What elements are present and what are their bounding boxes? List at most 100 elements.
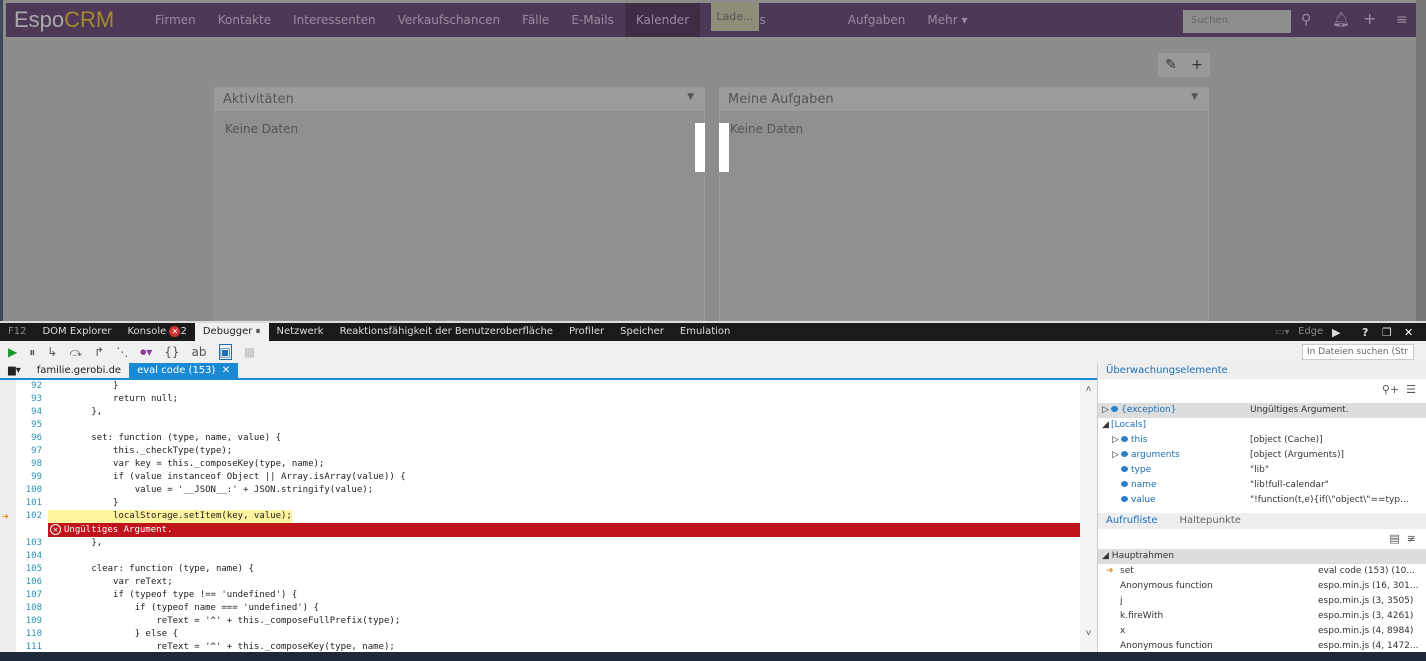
pretty-print-icon[interactable]: {}	[164, 345, 179, 359]
watch-row[interactable]: value "!function(t,e){if(\"object\"==typ.…	[1098, 493, 1426, 507]
tab-profiler[interactable]: Profiler	[561, 323, 612, 341]
nav-item[interactable]: Mehr ▾	[916, 3, 978, 37]
tab-dom-explorer[interactable]: DOM Explorer	[34, 323, 119, 341]
expand-icon[interactable]: ◢	[1102, 418, 1111, 433]
step-over-icon[interactable]: ⤼	[69, 345, 82, 360]
line-number[interactable]: 92	[0, 380, 42, 393]
tab-callstack[interactable]: Aufrufliste	[1106, 515, 1158, 527]
undock-icon[interactable]: ❐	[1382, 326, 1392, 339]
step-out-icon[interactable]: ↱	[94, 345, 104, 359]
tab-debugger[interactable]: Debugger ⏸	[194, 323, 269, 341]
line-number[interactable]: 94	[0, 406, 42, 419]
tab-network[interactable]: Netzwerk	[269, 323, 332, 341]
folder-icon[interactable]: ▆▾	[0, 363, 29, 378]
chevron-down-icon[interactable]: ▼	[1191, 92, 1198, 102]
watch-row[interactable]: ▷ arguments [object (Arguments)]	[1098, 448, 1426, 463]
continue-icon[interactable]: ▶	[8, 345, 17, 359]
tab-memory[interactable]: Speicher	[612, 323, 672, 341]
expand-icon[interactable]: ▷	[1112, 433, 1121, 448]
code-line: 102 localStorage.setItem(key, value);	[0, 510, 1080, 523]
page-scrollbar[interactable]	[1416, 0, 1426, 321]
watch-row[interactable]: name "lib!full-calendar"	[1098, 478, 1426, 493]
search-input[interactable]: Suchen	[1183, 10, 1291, 33]
watch-row[interactable]: ▷ this [object (Cache)]	[1098, 433, 1426, 448]
search-icon[interactable]: ⚲	[1301, 12, 1311, 28]
break-icon[interactable]: ⏸	[29, 345, 35, 360]
word-wrap-icon[interactable]: ab	[192, 345, 207, 359]
callstack-row[interactable]: Anonymous function espo.min.js (16, 301..…	[1098, 579, 1426, 594]
watch-row[interactable]: ◢ [Locals]	[1098, 418, 1426, 433]
code-text: return null;	[48, 394, 179, 404]
exception-break-icon[interactable]: ⏺▾	[140, 345, 152, 360]
tab-emulation[interactable]: Emulation	[672, 323, 738, 341]
expand-icon[interactable]: ▷	[1102, 403, 1111, 418]
line-number[interactable]: 103	[0, 537, 42, 550]
watch-row[interactable]: ▷ {exception} Ungültiges Argument.	[1098, 403, 1426, 418]
bell-icon[interactable]: 🔔︎	[1332, 12, 1350, 28]
console-icon[interactable]: ▶	[1332, 326, 1340, 339]
logo[interactable]: EspoCRM	[14, 7, 144, 33]
line-number[interactable]: 111	[0, 641, 42, 652]
show-library-frames-icon[interactable]: ▤	[1389, 532, 1399, 545]
plus-icon[interactable]: +	[1363, 9, 1376, 28]
nav-item[interactable]: Aufgaben	[837, 3, 917, 37]
close-icon[interactable]: ✕	[1404, 326, 1413, 339]
line-number[interactable]: 108	[0, 602, 42, 615]
callstack-row[interactable]: k.fireWith espo.min.js (3, 4261)	[1098, 609, 1426, 624]
expand-icon[interactable]: ▷	[1112, 448, 1121, 463]
chevron-down-icon[interactable]: ▼	[687, 92, 694, 102]
close-tab-icon[interactable]: ✕	[222, 365, 230, 376]
line-number[interactable]: 101	[0, 497, 42, 510]
file-tab-active[interactable]: eval code (153) ✕	[129, 363, 239, 378]
line-number[interactable]: 97	[0, 445, 42, 458]
line-number[interactable]: 109	[0, 615, 42, 628]
device-icon[interactable]: ▭▾	[1275, 327, 1289, 338]
add-watch-icon[interactable]: ⚲+	[1382, 383, 1399, 396]
line-number[interactable]: 95	[0, 419, 42, 432]
watch-row[interactable]: type "lib"	[1098, 463, 1426, 478]
line-number[interactable]: 107	[0, 589, 42, 602]
line-number[interactable]: 99	[0, 471, 42, 484]
line-number[interactable]: 93	[0, 393, 42, 406]
just-my-code-icon[interactable]: ▣	[218, 344, 232, 360]
tab-f12[interactable]: F12	[0, 323, 34, 341]
nav-item[interactable]: Kontakte	[207, 3, 282, 37]
nav-item[interactable]: Verkaufschancen	[387, 3, 512, 37]
line-number[interactable]: 100	[0, 484, 42, 497]
line-number[interactable]: 98	[0, 458, 42, 471]
scroll-up-icon[interactable]: ˄	[1080, 384, 1097, 396]
nav-item[interactable]: Interessenten	[282, 3, 386, 37]
tab-console[interactable]: Konsole ✕ 2	[120, 323, 195, 341]
delete-watches-icon[interactable]: ☰	[1406, 383, 1416, 396]
tab-breakpoints[interactable]: Haltepunkte	[1180, 515, 1241, 527]
code-editor[interactable]: 92 } 93 return null; 94 }, 95 96 set: functi…	[0, 380, 1097, 652]
nav-item[interactable]: E-Mails	[560, 3, 625, 37]
line-number[interactable]: 110	[0, 628, 42, 641]
callstack-options-icon[interactable]: ≆	[1407, 532, 1416, 545]
line-number[interactable]: 96	[0, 432, 42, 445]
file-search-input[interactable]: In Dateien suchen (Str	[1302, 344, 1414, 360]
code-scrollbar[interactable]: ˄ ˅	[1080, 380, 1097, 652]
line-number[interactable]: 105	[0, 563, 42, 576]
code-line: 95	[0, 419, 1080, 432]
break-new-worker-icon[interactable]: ⋱	[116, 345, 128, 359]
edit-icon[interactable]: ✎	[1165, 57, 1177, 73]
nav-item[interactable]: Firmen	[144, 3, 207, 37]
source-map-icon[interactable]: ▦	[244, 345, 255, 359]
callstack-row[interactable]: ➜ set eval code (153) (10...	[1098, 564, 1426, 579]
step-into-icon[interactable]: ↳	[47, 345, 57, 359]
scroll-down-icon[interactable]: ˅	[1080, 628, 1097, 640]
mode-select[interactable]: Edge	[1290, 323, 1331, 341]
file-tab[interactable]: familie.gerobi.de	[29, 363, 129, 378]
callstack-row[interactable]: j espo.min.js (3, 3505)	[1098, 594, 1426, 609]
line-number[interactable]: 106	[0, 576, 42, 589]
line-number[interactable]: 104	[0, 550, 42, 563]
nav-item[interactable]: Fälle	[511, 3, 560, 37]
menu-icon[interactable]: ≡	[1396, 12, 1408, 28]
callstack-row[interactable]: x espo.min.js (4, 8984)	[1098, 624, 1426, 639]
tab-ui-responsiveness[interactable]: Reaktionsfähigkeit der Benutzeroberfläch…	[332, 323, 561, 341]
help-icon[interactable]: ?	[1362, 326, 1368, 339]
add-dashlet-icon[interactable]: +	[1191, 57, 1203, 73]
nav-item[interactable]: Kalender	[624, 3, 701, 37]
callstack-group[interactable]: ◢ Hauptrahmen	[1098, 549, 1426, 564]
